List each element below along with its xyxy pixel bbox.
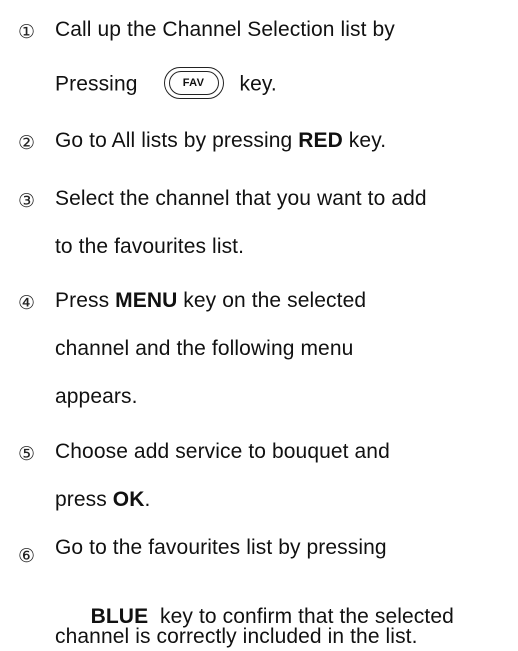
step-text: press xyxy=(55,488,113,511)
step-number: ③ xyxy=(18,191,36,212)
step-text-line: channel and the following menu xyxy=(55,338,353,359)
fav-key-icon: FAV xyxy=(163,67,224,99)
step-text: Pressing xyxy=(55,72,138,96)
fav-key-label: FAV xyxy=(168,71,219,95)
step-text-line: Pressing FAV key. xyxy=(55,67,277,101)
step-text-line: to the favourites list. xyxy=(55,236,244,257)
step-number: ④ xyxy=(18,293,36,314)
step-text: appears. xyxy=(55,385,138,408)
step-text: Go to the favourites list by pressing xyxy=(55,536,387,559)
step-number: ⑥ xyxy=(18,546,36,567)
step-text-line: appears. xyxy=(55,386,138,407)
step-text: Call up the Channel Selection list by xyxy=(55,18,395,41)
key-name: RED xyxy=(298,129,343,152)
step-number: ① xyxy=(18,22,36,43)
step-number: ② xyxy=(18,133,36,154)
step-text: Go to All lists by pressing xyxy=(55,129,299,152)
step-text-line: Press MENU key on the selected xyxy=(55,290,366,311)
step-text: key. xyxy=(342,129,387,152)
step-text: . xyxy=(144,488,151,511)
step-text: to the favourites list. xyxy=(55,235,245,258)
step-text-line: press OK. xyxy=(55,489,150,510)
step-text-line: Choose add service to bouquet and xyxy=(55,441,390,462)
step-number: ⑤ xyxy=(18,444,36,465)
step-text: channel and the following menu xyxy=(55,337,354,360)
key-name: OK xyxy=(112,488,145,511)
step-text: Press xyxy=(55,289,116,312)
key-name: MENU xyxy=(115,289,178,312)
step-text: key on the selected xyxy=(177,289,367,312)
step-text: Select the channel that you want to add xyxy=(55,187,427,210)
step-text-line: Call up the Channel Selection list by xyxy=(55,19,395,40)
step-text-line: Go to All lists by pressing RED key. xyxy=(55,130,386,151)
step-text-line: Go to the favourites list by pressing xyxy=(55,537,387,558)
step-text: key. xyxy=(239,72,277,96)
step-text-line: channel is correctly included in the lis… xyxy=(55,626,418,647)
step-text-line: Select the channel that you want to add xyxy=(55,188,427,209)
step-text: channel is correctly included in the lis… xyxy=(55,625,418,648)
step-text: Choose add service to bouquet and xyxy=(55,440,390,463)
